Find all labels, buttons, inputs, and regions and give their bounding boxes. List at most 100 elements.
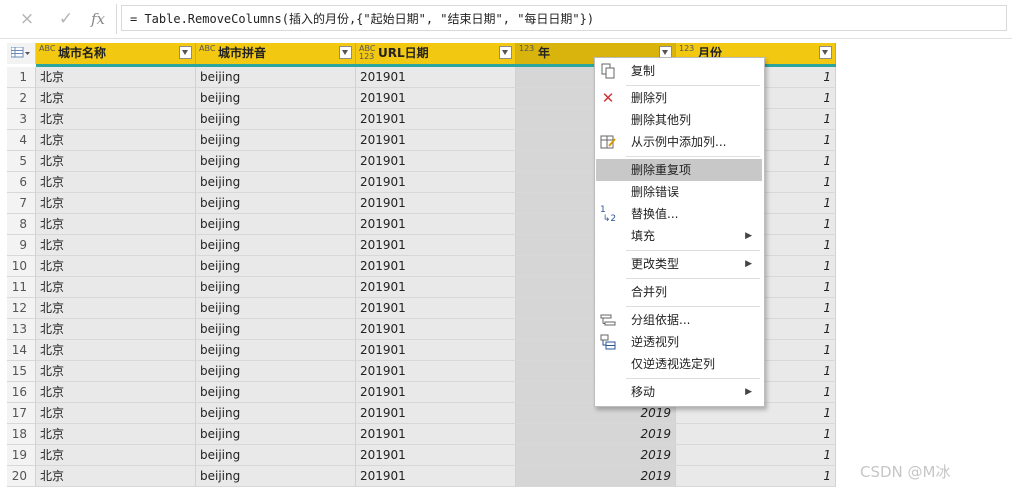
row-number[interactable]: 12 <box>7 298 36 319</box>
cell-url-date[interactable]: 201901 <box>356 298 516 319</box>
cell-city-pinyin[interactable]: beijing <box>196 88 356 109</box>
row-number[interactable]: 2 <box>7 88 36 109</box>
cell-url-date[interactable]: 201901 <box>356 172 516 193</box>
cell-city-pinyin[interactable]: beijing <box>196 298 356 319</box>
cell-city-pinyin[interactable]: beijing <box>196 403 356 424</box>
cell-url-date[interactable]: 201901 <box>356 193 516 214</box>
cell-city-pinyin[interactable]: beijing <box>196 361 356 382</box>
cell-city-name[interactable]: 北京 <box>36 424 196 445</box>
row-number[interactable]: 19 <box>7 445 36 466</box>
cell-city-name[interactable]: 北京 <box>36 382 196 403</box>
cell-city-pinyin[interactable]: beijing <box>196 424 356 445</box>
cell-url-date[interactable]: 201901 <box>356 319 516 340</box>
cell-city-name[interactable]: 北京 <box>36 466 196 487</box>
cell-city-pinyin[interactable]: beijing <box>196 340 356 361</box>
row-number[interactable]: 5 <box>7 151 36 172</box>
row-number[interactable]: 7 <box>7 193 36 214</box>
cell-city-pinyin[interactable]: beijing <box>196 445 356 466</box>
cell-url-date[interactable]: 201901 <box>356 151 516 172</box>
filter-dropdown-icon[interactable] <box>339 46 352 59</box>
filter-dropdown-icon[interactable] <box>179 46 192 59</box>
row-number[interactable]: 9 <box>7 235 36 256</box>
row-number[interactable]: 15 <box>7 361 36 382</box>
cell-city-pinyin[interactable]: beijing <box>196 466 356 487</box>
cell-city-pinyin[interactable]: beijing <box>196 319 356 340</box>
row-number[interactable]: 20 <box>7 466 36 487</box>
cell-url-date[interactable]: 201901 <box>356 67 516 88</box>
cell-city-pinyin[interactable]: beijing <box>196 67 356 88</box>
cell-url-date[interactable]: 201901 <box>356 277 516 298</box>
menu-item-unpivot-columns[interactable]: 逆透视列 <box>596 331 762 353</box>
formula-input[interactable]: = Table.RemoveColumns(插入的月份,{"起始日期", "结束… <box>121 5 1007 31</box>
menu-item-remove-duplicates[interactable]: 删除重复项 <box>596 159 762 181</box>
cell-city-pinyin[interactable]: beijing <box>196 235 356 256</box>
row-number[interactable]: 10 <box>7 256 36 277</box>
row-number[interactable]: 18 <box>7 424 36 445</box>
filter-dropdown-icon[interactable] <box>499 46 512 59</box>
cell-url-date[interactable]: 201901 <box>356 109 516 130</box>
menu-item-move[interactable]: 移动 ▶ <box>596 381 762 403</box>
row-number[interactable]: 6 <box>7 172 36 193</box>
cell-city-name[interactable]: 北京 <box>36 361 196 382</box>
cell-year[interactable]: 2019 <box>516 445 676 466</box>
cell-url-date[interactable]: 201901 <box>356 361 516 382</box>
cell-url-date[interactable]: 201901 <box>356 445 516 466</box>
cell-year[interactable]: 2019 <box>516 424 676 445</box>
cell-url-date[interactable]: 201901 <box>356 88 516 109</box>
column-header-city-pinyin[interactable]: ABC 城市拼音 <box>196 43 356 64</box>
cell-city-name[interactable]: 北京 <box>36 403 196 424</box>
cell-city-name[interactable]: 北京 <box>36 340 196 361</box>
cell-city-name[interactable]: 北京 <box>36 193 196 214</box>
cell-url-date[interactable]: 201901 <box>356 235 516 256</box>
cell-city-name[interactable]: 北京 <box>36 67 196 88</box>
cell-month[interactable]: 1 <box>676 424 836 445</box>
row-number[interactable]: 16 <box>7 382 36 403</box>
cell-city-pinyin[interactable]: beijing <box>196 277 356 298</box>
cell-city-name[interactable]: 北京 <box>36 109 196 130</box>
cell-city-pinyin[interactable]: beijing <box>196 256 356 277</box>
column-header-city-name[interactable]: ABC 城市名称 <box>36 43 196 64</box>
cell-url-date[interactable]: 201901 <box>356 340 516 361</box>
row-number[interactable]: 4 <box>7 130 36 151</box>
cell-city-name[interactable]: 北京 <box>36 445 196 466</box>
cell-url-date[interactable]: 201901 <box>356 214 516 235</box>
cell-city-name[interactable]: 北京 <box>36 88 196 109</box>
row-number[interactable]: 13 <box>7 319 36 340</box>
cell-city-name[interactable]: 北京 <box>36 277 196 298</box>
menu-item-remove-other-columns[interactable]: 删除其他列 <box>596 109 762 131</box>
cell-url-date[interactable]: 201901 <box>356 403 516 424</box>
cell-year[interactable]: 2019 <box>516 466 676 487</box>
cell-month[interactable]: 1 <box>676 466 836 487</box>
menu-item-unpivot-selected-columns[interactable]: 仅逆透视选定列 <box>596 353 762 375</box>
menu-item-group-by[interactable]: 分组依据... <box>596 309 762 331</box>
cell-city-pinyin[interactable]: beijing <box>196 193 356 214</box>
filter-dropdown-icon[interactable] <box>819 46 832 59</box>
cell-city-name[interactable]: 北京 <box>36 298 196 319</box>
column-header-url-date[interactable]: ABC 123 URL日期 <box>356 43 516 64</box>
menu-item-fill[interactable]: 填充 ▶ <box>596 225 762 247</box>
cell-city-name[interactable]: 北京 <box>36 235 196 256</box>
row-number[interactable]: 1 <box>7 67 36 88</box>
fx-icon[interactable]: fx <box>88 9 108 29</box>
cell-city-pinyin[interactable]: beijing <box>196 130 356 151</box>
cell-url-date[interactable]: 201901 <box>356 382 516 403</box>
menu-item-merge-columns[interactable]: 合并列 <box>596 281 762 303</box>
menu-item-change-type[interactable]: 更改类型 ▶ <box>596 253 762 275</box>
row-number[interactable]: 8 <box>7 214 36 235</box>
cell-city-name[interactable]: 北京 <box>36 214 196 235</box>
cell-city-name[interactable]: 北京 <box>36 319 196 340</box>
menu-item-copy[interactable]: 复制 <box>596 60 762 82</box>
cell-city-pinyin[interactable]: beijing <box>196 382 356 403</box>
row-number[interactable]: 17 <box>7 403 36 424</box>
row-number[interactable]: 3 <box>7 109 36 130</box>
cell-url-date[interactable]: 201901 <box>356 424 516 445</box>
row-number[interactable]: 14 <box>7 340 36 361</box>
menu-item-add-column-from-example[interactable]: 从示例中添加列... <box>596 131 762 153</box>
cell-city-pinyin[interactable]: beijing <box>196 151 356 172</box>
cell-url-date[interactable]: 201901 <box>356 466 516 487</box>
cell-city-name[interactable]: 北京 <box>36 151 196 172</box>
cell-city-pinyin[interactable]: beijing <box>196 109 356 130</box>
cell-url-date[interactable]: 201901 <box>356 256 516 277</box>
menu-item-remove-errors[interactable]: 删除错误 <box>596 181 762 203</box>
cell-city-name[interactable]: 北京 <box>36 172 196 193</box>
